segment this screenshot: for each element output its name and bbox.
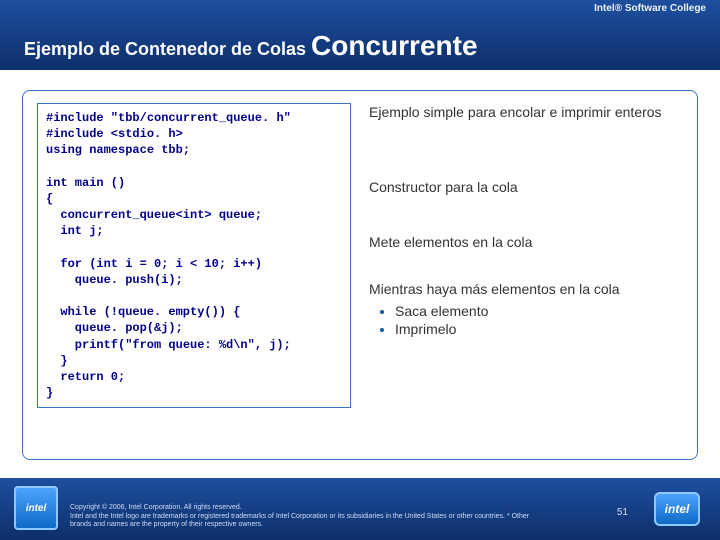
caption-column: Ejemplo simple para encolar e imprimir e…	[369, 103, 683, 447]
footer-disclaimer: Copyright © 2006, Intel Corporation. All…	[70, 504, 540, 530]
code-line: concurrent_queue<int> queue;	[60, 208, 262, 222]
code-line: while (!queue. empty()) {	[60, 305, 240, 319]
bullet-item: Imprimelo	[395, 321, 683, 337]
code-line: #include <stdio. h>	[46, 127, 183, 141]
code-line: }	[46, 386, 53, 400]
code-line: {	[46, 192, 53, 206]
title-band: Intel® Software College Ejemplo de Conte…	[0, 0, 720, 70]
content-frame: #include "tbb/concurrent_queue. h" #incl…	[22, 90, 698, 460]
code-line: int main ()	[46, 176, 125, 190]
code-column: #include "tbb/concurrent_queue. h" #incl…	[37, 103, 351, 447]
slide-number: 51	[617, 507, 628, 518]
intel-logo-text: intel	[26, 503, 47, 514]
college-label: Intel® Software College	[594, 3, 706, 14]
code-box: #include "tbb/concurrent_queue. h" #incl…	[37, 103, 351, 408]
intel-badge-left: intel	[14, 486, 58, 530]
intel-logo-text: intel	[665, 502, 690, 516]
code-line: using namespace tbb;	[46, 143, 190, 157]
caption-while: Mientras haya más elementos en la cola	[369, 280, 683, 299]
footer-band: intel Copyright © 2006, Intel Corporatio…	[0, 478, 720, 540]
caption-constructor: Constructor para la cola	[369, 178, 683, 197]
intel-badge-right: intel	[654, 492, 700, 526]
title-small: Ejemplo de Contenedor de Colas	[24, 39, 311, 59]
code-line: queue. push(i);	[75, 273, 183, 287]
copyright-line: Copyright © 2006, Intel Corporation. All…	[70, 504, 242, 511]
code-line: queue. pop(&j);	[75, 321, 183, 335]
code-line: return 0;	[60, 370, 125, 384]
caption-intro: Ejemplo simple para encolar e imprimir e…	[369, 103, 683, 122]
code-line: }	[60, 354, 67, 368]
code-line: int j;	[60, 224, 103, 238]
slide-title: Ejemplo de Contenedor de Colas Concurren…	[24, 30, 478, 62]
title-big: Concurrente	[311, 30, 477, 61]
code-line: for (int i = 0; i < 10; i++)	[60, 257, 262, 271]
bullet-list: Saca elemento Imprimelo	[395, 303, 683, 337]
code-line: printf("from queue: %d\n", j);	[75, 338, 291, 352]
bullet-item: Saca elemento	[395, 303, 683, 319]
code-line: #include "tbb/concurrent_queue. h"	[46, 111, 291, 125]
legal-line: Intel and the Intel logo are trademarks …	[70, 513, 529, 529]
caption-push: Mete elementos en la cola	[369, 233, 683, 252]
